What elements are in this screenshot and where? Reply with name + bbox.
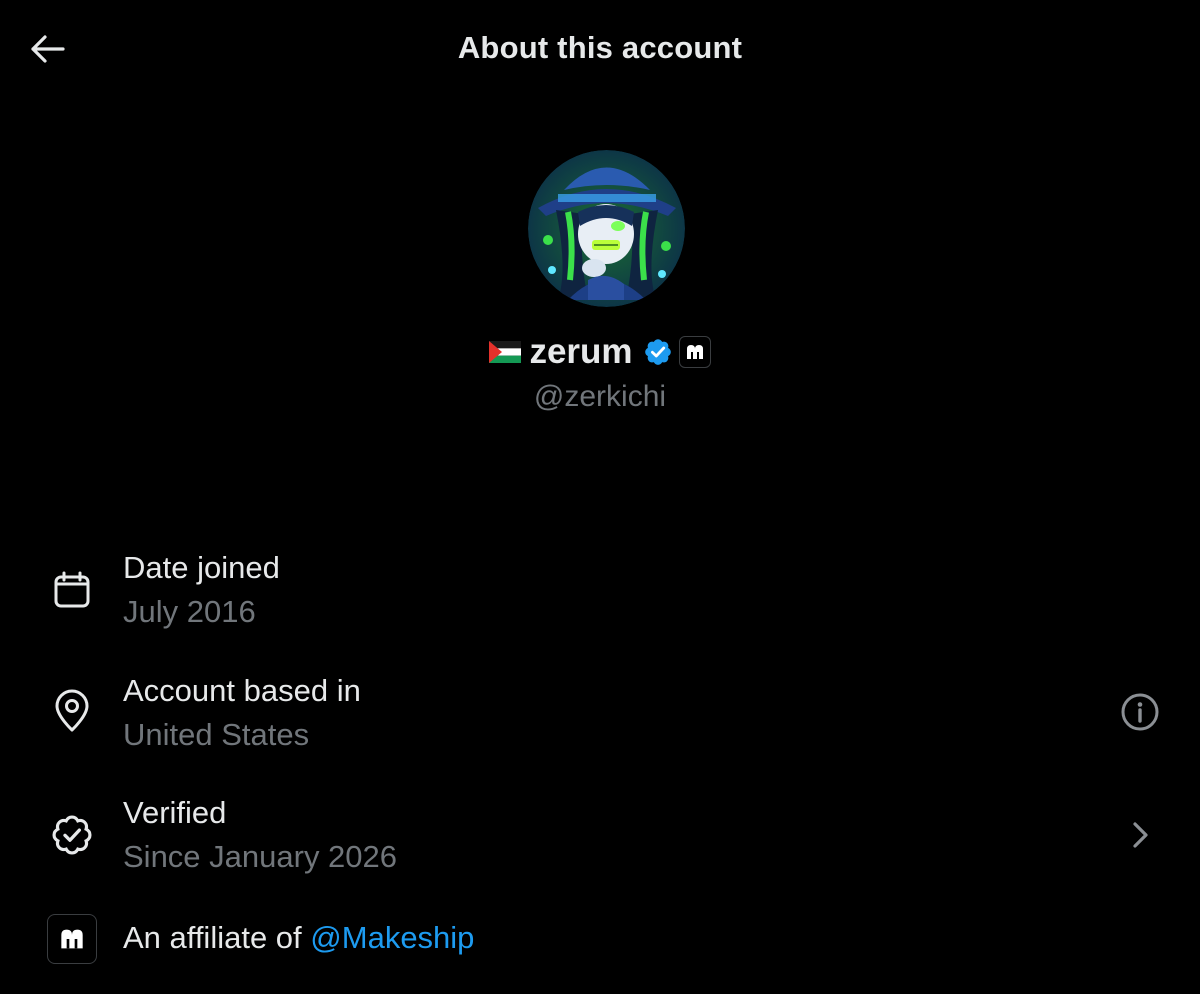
- verified-since-value: Since January 2026: [123, 839, 398, 874]
- affiliate-row: An affiliate of @Makeship: [0, 910, 1200, 994]
- page-title: About this account: [457, 30, 743, 65]
- calendar-icon: [44, 562, 100, 618]
- avatar-image: [528, 150, 685, 307]
- display-name: zerum: [529, 332, 633, 371]
- verified-row[interactable]: Verified Since January 2026: [0, 785, 1200, 885]
- account-location-value: United States: [123, 717, 310, 752]
- date-joined-label: Date joined: [123, 550, 280, 585]
- verified-chevron[interactable]: [1116, 811, 1164, 859]
- verified-check-icon: [44, 807, 100, 863]
- about-account-page: About this account zerum @zerkichi Date …: [0, 0, 1200, 994]
- name-row: zerum: [0, 332, 1200, 372]
- date-joined-row: Date joined July 2016: [0, 540, 1200, 640]
- affiliate-link[interactable]: @Makeship: [310, 920, 474, 955]
- location-pin-icon: [44, 683, 100, 739]
- profile-avatar[interactable]: [528, 150, 685, 307]
- palestine-flag-icon: [489, 341, 522, 363]
- affiliate-text: An affiliate of @Makeship: [123, 920, 474, 956]
- affiliate-prefix: An affiliate of: [123, 920, 311, 955]
- verified-badge-icon[interactable]: [643, 337, 673, 367]
- makeship-logo-icon: [686, 345, 703, 359]
- location-info-button[interactable]: [1116, 688, 1164, 736]
- chevron-right-icon: [1133, 822, 1148, 848]
- account-location-row: Account based in United States: [0, 663, 1200, 763]
- makeship-logo-icon: [61, 929, 83, 949]
- affiliate-badge[interactable]: [678, 336, 711, 368]
- date-joined-value: July 2016: [123, 594, 256, 629]
- info-icon: [1121, 693, 1159, 731]
- account-location-label: Account based in: [123, 673, 361, 708]
- handle: @zerkichi: [533, 380, 667, 413]
- verified-label: Verified: [123, 795, 227, 830]
- affiliate-logo: [47, 914, 97, 964]
